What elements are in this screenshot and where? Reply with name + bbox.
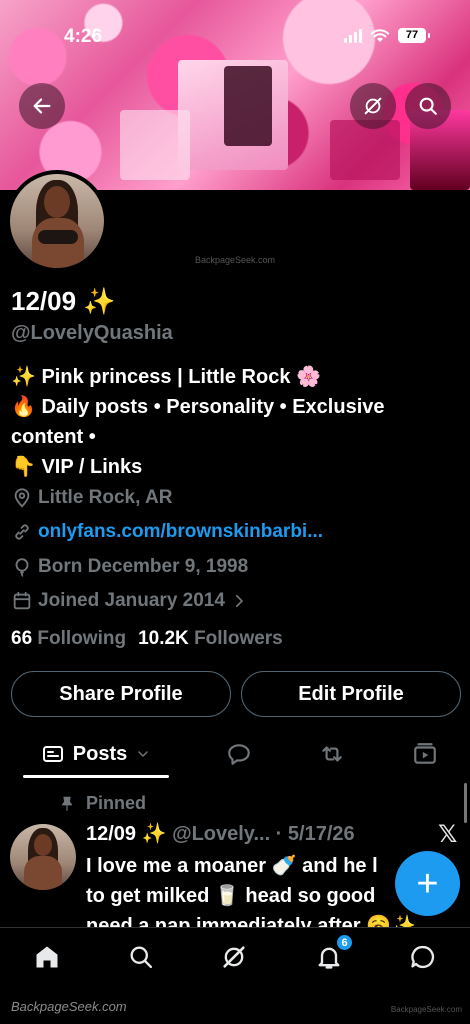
grok-icon <box>364 97 382 115</box>
following-count: 66 <box>11 628 33 649</box>
link-icon <box>15 524 29 540</box>
tab-reposts[interactable] <box>318 740 346 768</box>
banner-decoration <box>330 120 400 180</box>
notifications-badge: 6 <box>336 934 353 951</box>
search-icon <box>419 97 437 115</box>
search-button[interactable] <box>405 83 451 129</box>
x-logo-icon: 𝕏 <box>438 821 458 848</box>
profile-birthdate: Born December 9, 1998 <box>11 556 248 578</box>
user-handle: @LovelyQuashia <box>11 322 173 344</box>
reply-icon <box>228 744 250 765</box>
repost-icon <box>322 746 342 762</box>
tab-media[interactable] <box>411 740 439 768</box>
share-profile-button[interactable]: Share Profile <box>11 671 231 717</box>
profile-tabs: Posts <box>0 730 470 778</box>
watermark: BackpageSeek.com <box>195 255 276 265</box>
watermark: BackpageSeek.com <box>390 1005 462 1014</box>
status-icons: 77 <box>344 28 430 43</box>
following-label: Following <box>37 628 127 649</box>
website-link[interactable]: onlyfans.com/brownskinbarbi... <box>38 521 323 543</box>
followers-count: 10.2K <box>138 628 189 649</box>
home-icon <box>36 946 58 968</box>
search-icon <box>130 946 153 969</box>
joined-text: Joined January 2014 <box>38 590 225 611</box>
display-name: 12/09 ✨ <box>11 286 116 316</box>
followers-link[interactable]: 10.2K Followers <box>138 628 283 650</box>
nav-messages[interactable] <box>408 942 438 972</box>
pinned-label: Pinned <box>86 793 147 813</box>
bio-line: 🔥 Daily posts • Personality • Exclusive <box>11 396 385 418</box>
status-time: 4:26 <box>64 26 103 47</box>
back-arrow-icon <box>33 98 51 114</box>
post-meta: @Lovely... · 5/17/26 <box>166 823 355 845</box>
post-header: 12/09 ✨ @Lovely... · 5/17/26 <box>86 821 355 846</box>
calendar-icon <box>13 591 31 610</box>
pinned-indicator: Pinned <box>58 793 146 814</box>
nav-notifications[interactable]: 6 <box>314 934 353 972</box>
profile-avatar[interactable] <box>6 170 108 272</box>
balloon-icon <box>15 558 29 577</box>
grok-button[interactable] <box>350 83 396 129</box>
nav-grok[interactable] <box>219 942 249 972</box>
pin-icon <box>61 796 73 811</box>
profile-website[interactable]: onlyfans.com/brownskinbarbi... <box>11 521 323 543</box>
chevron-down-icon <box>138 751 148 757</box>
tab-posts-label: Posts <box>72 742 128 765</box>
plus-icon: + <box>416 862 439 905</box>
media-icon <box>414 743 436 764</box>
bottom-navigation: 6 <box>0 927 470 997</box>
banner-decoration <box>224 66 272 146</box>
bio-line: ✨ Pink princess | Little Rock 🌸 <box>11 366 321 388</box>
tab-replies[interactable] <box>225 740 253 768</box>
wifi-icon <box>370 28 390 42</box>
bio-line: 👇 VIP / Links <box>11 456 143 478</box>
post-author-name[interactable]: 12/09 ✨ <box>86 823 167 845</box>
banner-decoration <box>120 110 190 180</box>
post-avatar[interactable] <box>10 824 76 890</box>
scrollbar[interactable] <box>464 783 467 823</box>
birthdate-text: Born December 9, 1998 <box>38 556 249 577</box>
compose-button[interactable]: + <box>395 851 460 916</box>
bio-line: content • <box>11 426 96 448</box>
follow-stats: 66 Following 10.2K Followers <box>11 628 283 650</box>
grok-icon <box>223 946 245 968</box>
message-icon <box>411 945 435 969</box>
followers-label: Followers <box>194 628 283 649</box>
following-link[interactable]: 66 Following <box>11 628 126 650</box>
status-bar: 4:26 77 <box>0 0 470 70</box>
cellular-signal-icon <box>344 28 362 43</box>
edit-profile-button[interactable]: Edit Profile <box>241 671 461 717</box>
watermark: BackpageSeek.com <box>11 999 127 1014</box>
tab-posts[interactable]: Posts <box>23 730 169 778</box>
nav-search[interactable] <box>126 942 156 972</box>
chevron-right-icon <box>235 594 243 608</box>
profile-joined[interactable]: Joined January 2014 <box>11 590 248 612</box>
avatar-photo <box>10 174 104 268</box>
profile-actions: Share Profile Edit Profile <box>11 671 461 717</box>
profile-location: Little Rock, AR <box>11 487 172 509</box>
profile-bio: ✨ Pink princess | Little Rock 🌸 🔥 Daily … <box>11 362 461 482</box>
location-text: Little Rock, AR <box>38 487 173 508</box>
location-icon <box>14 488 30 508</box>
posts-icon <box>42 746 63 762</box>
nav-home[interactable] <box>32 942 62 972</box>
battery-icon: 77 <box>398 28 430 43</box>
back-button[interactable] <box>19 83 65 129</box>
